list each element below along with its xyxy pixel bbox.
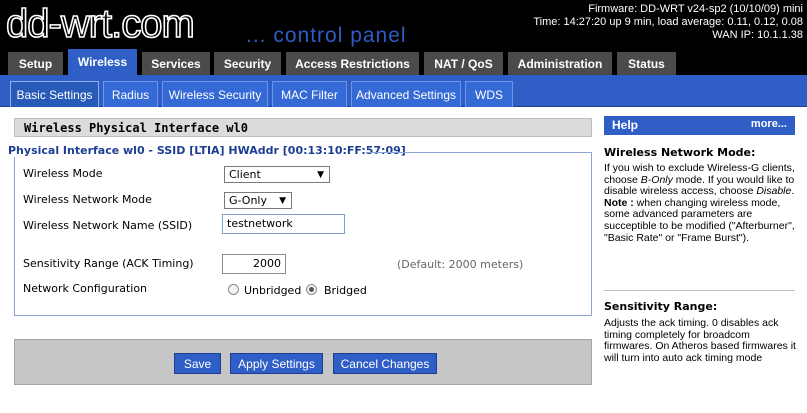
help-wireless-mode-text: If you wish to exclude Wireless-G client… bbox=[604, 162, 800, 244]
help-divider bbox=[604, 290, 795, 291]
ssid-label: Wireless Network Name (SSID) bbox=[23, 219, 193, 232]
header: dd-wrt.com ... control panel Firmware: D… bbox=[0, 0, 807, 49]
sensitivity-default-text: (Default: 2000 meters) bbox=[397, 258, 524, 271]
apply-settings-button[interactable]: Apply Settings bbox=[230, 353, 323, 374]
bridged-radio[interactable] bbox=[306, 284, 317, 295]
help-text-em: Disable bbox=[756, 185, 792, 198]
help-more-link[interactable]: more... bbox=[751, 118, 787, 130]
network-mode-label: Wireless Network Mode bbox=[23, 193, 152, 206]
help-header: Help more... bbox=[604, 116, 795, 135]
help-wireless-mode-heading: Wireless Network Mode: bbox=[604, 146, 756, 159]
subtab-wireless-security[interactable]: Wireless Security bbox=[162, 81, 268, 107]
firmware-info: Firmware: DD-WRT v24-sp2 (10/10/09) mini… bbox=[533, 3, 803, 42]
tab-access-restrictions[interactable]: Access Restrictions bbox=[286, 52, 419, 75]
network-config-label: Network Configuration bbox=[23, 282, 148, 295]
network-mode-value: G-Only bbox=[229, 194, 267, 207]
wireless-mode-label: Wireless Mode bbox=[23, 167, 103, 180]
radio-selected-dot bbox=[309, 287, 314, 292]
wan-ip: WAN IP: 10.1.1.38 bbox=[712, 29, 803, 41]
unbridged-radio[interactable] bbox=[228, 284, 239, 295]
main-tabs: Setup Wireless Services Security Access … bbox=[0, 49, 807, 75]
help-text-part: . bbox=[791, 185, 795, 198]
help-title: Help bbox=[612, 118, 639, 132]
cancel-changes-button[interactable]: Cancel Changes bbox=[333, 353, 437, 374]
sensitivity-label: Sensitivity Range (ACK Timing) bbox=[23, 257, 194, 270]
firmware-version: Firmware: DD-WRT v24-sp2 (10/10/09) mini bbox=[588, 3, 803, 15]
tab-administration[interactable]: Administration bbox=[508, 52, 612, 75]
wireless-mode-select[interactable]: Client ▼ bbox=[224, 166, 330, 183]
help-sensitivity-text: Adjusts the ack timing. 0 disables ack t… bbox=[604, 317, 796, 364]
network-mode-select[interactable]: G-Only ▼ bbox=[224, 192, 292, 209]
help-note-label: Note : bbox=[604, 196, 634, 209]
wireless-mode-value: Client bbox=[229, 168, 261, 181]
main-content: Wireless Physical Interface wl0 Physical… bbox=[0, 108, 600, 413]
ssid-input[interactable]: testnetwork bbox=[222, 214, 345, 234]
sensitivity-input[interactable]: 2000 bbox=[222, 254, 286, 274]
interface-legend: Physical Interface wl0 - SSID [LTIA] HWA… bbox=[8, 144, 410, 157]
chevron-down-icon: ▼ bbox=[317, 170, 324, 180]
legend-divider bbox=[366, 152, 592, 153]
ddwrt-logo[interactable]: dd-wrt.com bbox=[5, 3, 195, 45]
save-button[interactable]: Save bbox=[174, 353, 221, 374]
subtab-radius[interactable]: Radius bbox=[103, 81, 158, 107]
subtab-mac-filter[interactable]: MAC Filter bbox=[272, 81, 347, 107]
sub-tabs: Basic Settings Radius Wireless Security … bbox=[0, 75, 807, 107]
chevron-down-icon: ▼ bbox=[279, 196, 286, 206]
tab-services[interactable]: Services bbox=[142, 52, 210, 75]
tab-status[interactable]: Status bbox=[617, 52, 676, 75]
uptime-text: Time: 14:27:20 up 9 min, load average: 0… bbox=[533, 16, 803, 28]
button-bar: Save Apply Settings Cancel Changes bbox=[14, 339, 592, 385]
tab-wireless[interactable]: Wireless bbox=[68, 49, 137, 75]
tab-setup[interactable]: Setup bbox=[8, 52, 63, 75]
bridged-label: Bridged bbox=[324, 284, 367, 297]
help-text-em: B-Only bbox=[640, 173, 673, 186]
help-sensitivity-heading: Sensitivity Range: bbox=[604, 300, 718, 313]
section-header: Wireless Physical Interface wl0 bbox=[14, 118, 592, 137]
section-title: Wireless Physical Interface wl0 bbox=[24, 121, 248, 135]
tab-nat-qos[interactable]: NAT / QoS bbox=[424, 52, 503, 75]
subtab-wds[interactable]: WDS bbox=[465, 81, 513, 107]
control-panel-title: ... control panel bbox=[246, 24, 407, 47]
unbridged-label: Unbridged bbox=[244, 284, 302, 297]
subtab-basic-settings[interactable]: Basic Settings bbox=[10, 81, 99, 107]
subtab-advanced-settings[interactable]: Advanced Settings bbox=[351, 81, 461, 107]
tab-security[interactable]: Security bbox=[214, 52, 281, 75]
